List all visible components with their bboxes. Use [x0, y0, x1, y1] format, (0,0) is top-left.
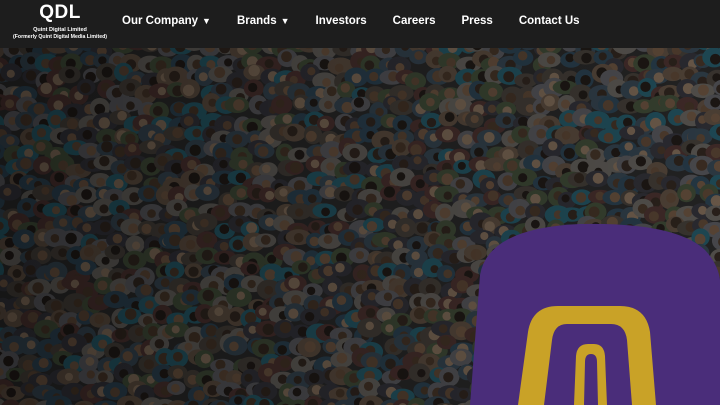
hero-banner: [0, 48, 720, 405]
nav-label: Our Company: [122, 15, 199, 27]
site-header: QDL Quint Digital Limited (Formerly Quin…: [0, 0, 720, 48]
nav-brands[interactable]: Brands ▼: [237, 15, 290, 27]
logo-former-name: (Formerly Quint Digital Media Limited): [13, 34, 107, 40]
nav-label: Careers: [392, 15, 436, 27]
logo-company-name: Quint Digital Limited: [33, 27, 87, 33]
nav-press[interactable]: Press: [462, 15, 493, 27]
nav-our-company[interactable]: Our Company ▼: [122, 15, 211, 27]
nav-label: Brands: [236, 15, 277, 27]
logo-wordmark: QDL: [39, 2, 81, 23]
site-logo[interactable]: QDL Quint Digital Limited (Formerly Quin…: [0, 3, 120, 41]
microphone-flag-graphic: [470, 223, 720, 405]
chevron-down-icon: ▼: [202, 16, 211, 26]
nav-careers[interactable]: Careers: [393, 15, 436, 27]
nav-label: Press: [461, 15, 493, 27]
main-nav: Our Company ▼ Brands ▼ Investors Careers…: [122, 15, 580, 27]
nav-label: Contact Us: [518, 15, 580, 27]
chevron-down-icon: ▼: [280, 16, 290, 26]
nav-investors[interactable]: Investors: [316, 15, 367, 27]
nav-contact-us[interactable]: Contact Us: [519, 15, 580, 27]
nav-label: Investors: [315, 15, 367, 27]
